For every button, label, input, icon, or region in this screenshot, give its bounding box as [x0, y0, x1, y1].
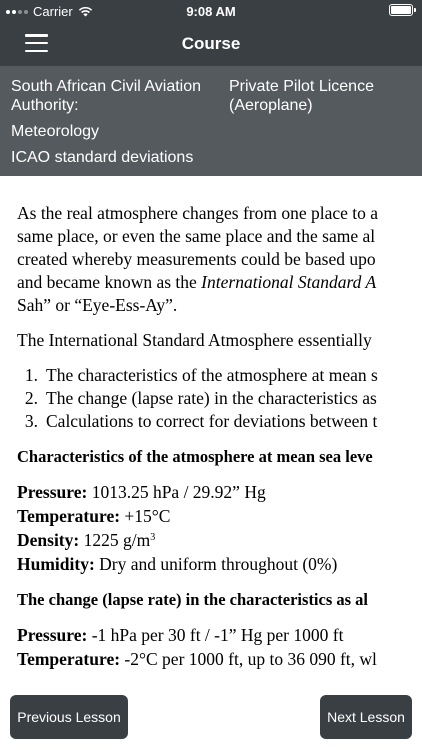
intro-line: As the real atmosphere changes from one … — [17, 203, 379, 223]
navigation-bar: Course — [0, 22, 422, 66]
humidity-row: Humidity: Dry and uniform throughout (0%… — [17, 552, 422, 576]
course-info-panel: South African Civil Aviation Authority: … — [0, 66, 422, 176]
pressure-row: Pressure: 1013.25 hPa / 29.92” Hg — [17, 480, 422, 504]
lapse-temperature-row: Temperature: -2°C per 1000 ft, up to 36 … — [17, 647, 422, 671]
humidity-label: Humidity: — [17, 554, 95, 574]
page-title: Course — [181, 34, 241, 53]
pressure-value: 1013.25 hPa / 29.92” Hg — [87, 482, 266, 502]
list-item: 3. Calculations to correct for deviations… — [17, 410, 422, 433]
intro-line: same place, or even the same place and t… — [17, 226, 376, 246]
lapse-temperature-value: -2°C per 1000 ft, up to 36 090 ft, wl — [120, 649, 377, 669]
lapse-pressure-label: Pressure: — [17, 625, 88, 645]
pressure-label: Pressure: — [17, 482, 88, 502]
intro-paragraph: As the real atmosphere changes from one … — [17, 202, 422, 317]
lapse-pressure-value: -1 hPa per 30 ft / -1” Hg per 1000 ft — [87, 625, 344, 645]
temperature-value: +15°C — [120, 506, 171, 526]
lapse-heading: The change (lapse rate) in the character… — [17, 590, 369, 609]
isa-list: 1. The characteristics of the atmosphere … — [17, 364, 422, 433]
licence-label: Private Pilot Licence (Aeroplane) — [229, 78, 374, 114]
lesson-content[interactable]: As the real atmosphere changes from one … — [0, 176, 422, 750]
battery-icon — [389, 4, 416, 16]
list-number: 1. — [24, 365, 38, 385]
density-value: 1225 g/m — [79, 530, 151, 550]
authority-label: South African Civil Aviation Authority: — [11, 78, 202, 114]
isa-term: International Standard A — [201, 272, 377, 292]
list-number: 3. — [24, 411, 38, 431]
temperature-label: Temperature: — [17, 506, 121, 526]
density-label: Density: — [17, 530, 80, 550]
msl-heading: Characteristics of the atmosphere at mea… — [17, 447, 373, 466]
list-text: Calculations to correct for deviations b… — [46, 411, 378, 431]
temperature-row: Temperature: +15°C — [17, 504, 422, 528]
next-lesson-button[interactable]: Next Lesson — [320, 695, 412, 739]
list-text: The characteristics of the atmosphere at… — [46, 365, 378, 385]
intro-line: and became known as the International St… — [17, 271, 422, 294]
lapse-temperature-label: Temperature: — [17, 649, 121, 669]
list-item: 2. The change (lapse rate) in the charact… — [17, 387, 422, 410]
lapse-pressure-row: Pressure: -1 hPa per 30 ft / -1” Hg per … — [17, 623, 422, 647]
status-bar: Carrier 9:08 AM — [0, 0, 422, 22]
list-item: 1. The characteristics of the atmosphere … — [17, 364, 422, 387]
intro-line: created whereby measurements could be ba… — [17, 249, 376, 269]
intro-line: Sah” or “Eye-Ess-Ay”. — [17, 295, 178, 315]
density-row: Density: 1225 g/m3 — [17, 528, 422, 552]
list-text: The change (lapse rate) in the character… — [46, 388, 377, 408]
humidity-value: Dry and uniform throughout (0%) — [94, 554, 338, 574]
list-number: 2. — [24, 388, 38, 408]
intro-text: and became known as the — [17, 272, 202, 292]
topic-label: ICAO standard deviations — [11, 149, 194, 166]
subject-label: Meteorology — [11, 123, 100, 140]
isa-intro: The International Standard Atmosphere es… — [17, 330, 372, 350]
lapse-characteristics: Pressure: -1 hPa per 30 ft / -1” Hg per … — [17, 623, 422, 671]
density-exponent: 3 — [150, 532, 156, 543]
previous-lesson-button[interactable]: Previous Lesson — [10, 695, 128, 739]
msl-characteristics: Pressure: 1013.25 hPa / 29.92” Hg Temper… — [17, 480, 422, 576]
clock: 9:08 AM — [186, 4, 236, 19]
